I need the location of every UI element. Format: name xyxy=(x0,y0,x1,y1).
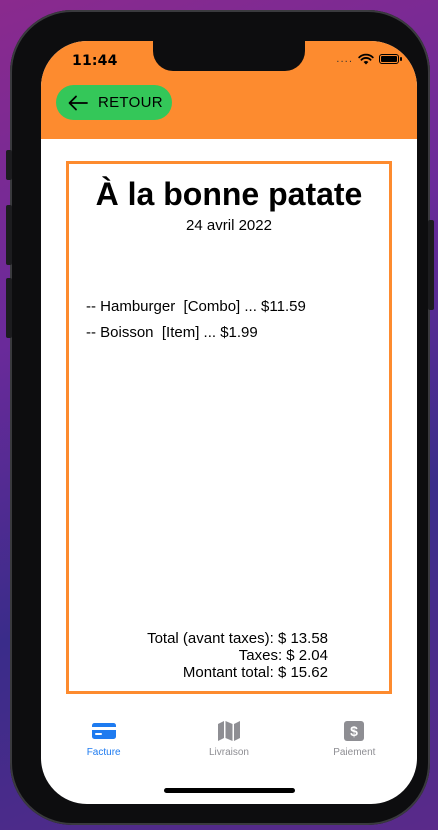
map-icon xyxy=(217,721,240,741)
taxes-line: Taxes: $ 2.04 xyxy=(238,647,328,664)
power-button xyxy=(428,220,434,310)
svg-text:$: $ xyxy=(350,723,358,739)
tab-livraison-label: Livraison xyxy=(208,747,249,758)
header-bar: 11:44 .... RETOUR xyxy=(41,41,417,139)
tab-bar: Facture Livraison $ Paiement xyxy=(41,706,417,766)
tab-livraison[interactable]: Livraison xyxy=(166,706,291,766)
notch xyxy=(153,41,305,71)
arrow-left-icon xyxy=(68,95,88,110)
volume-down-button xyxy=(6,278,12,338)
receipt-items: -- Hamburger [Combo] ... $11.59 -- Boiss… xyxy=(86,296,306,348)
tab-facture[interactable]: Facture xyxy=(41,706,166,766)
status-icons: .... xyxy=(336,53,402,65)
back-button[interactable]: RETOUR xyxy=(56,85,172,120)
receipt-item: -- Boisson [Item] ... $1.99 xyxy=(86,324,258,341)
subtotal-line: Total (avant taxes): $ 13.58 xyxy=(147,630,328,647)
volume-up-button xyxy=(6,205,12,265)
receipt-item: -- Hamburger [Combo] ... $11.59 xyxy=(86,298,306,315)
total-line: Montant total: $ 15.62 xyxy=(182,664,328,681)
receipt-totals: Total (avant taxes): $ 13.58 Taxes: $ 2.… xyxy=(147,630,328,681)
battery-icon xyxy=(379,54,402,64)
receipt-panel: À la bonne patate 24 avril 2022 -- Hambu… xyxy=(66,161,392,694)
wifi-icon xyxy=(358,53,374,65)
screen: 11:44 .... RETOUR À la bonne patate 24 a… xyxy=(41,41,417,804)
credit-card-icon xyxy=(91,723,116,739)
phone-frame: 11:44 .... RETOUR À la bonne patate 24 a… xyxy=(6,10,434,825)
mute-switch xyxy=(6,150,12,180)
receipt-date: 24 avril 2022 xyxy=(186,217,272,234)
status-time: 11:44 xyxy=(72,53,118,69)
tab-paiement[interactable]: $ Paiement xyxy=(292,706,417,766)
back-button-label: RETOUR xyxy=(98,94,163,111)
dollar-icon: $ xyxy=(344,721,365,741)
tab-paiement-label: Paiement xyxy=(333,747,376,758)
home-indicator xyxy=(164,788,295,793)
signal-dots: .... xyxy=(336,53,353,65)
tab-facture-label: Facture xyxy=(86,747,121,758)
store-name: À la bonne patate xyxy=(95,176,363,212)
